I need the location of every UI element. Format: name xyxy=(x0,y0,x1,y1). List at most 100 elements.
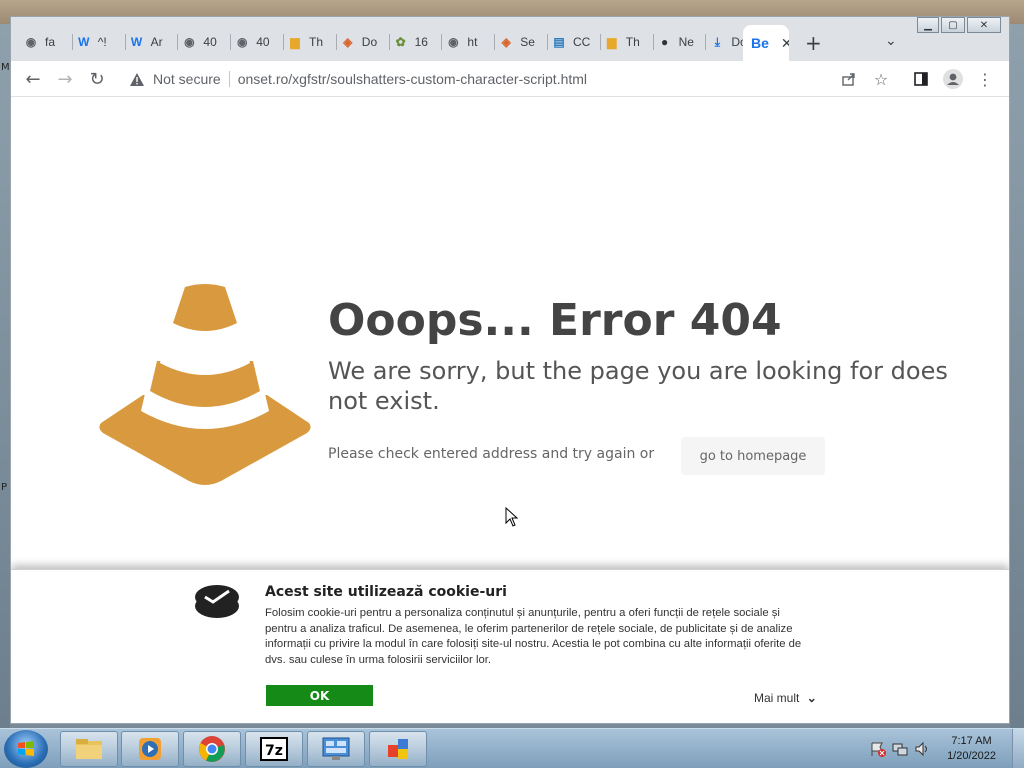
taskbar-paint[interactable] xyxy=(369,731,427,767)
tab-separator xyxy=(599,34,601,50)
wikipedia-icon: W xyxy=(78,35,90,49)
tab-1[interactable]: W ^! xyxy=(76,29,121,55)
taskbar-file-explorer[interactable] xyxy=(60,731,118,767)
close-window-button[interactable]: ✕ xyxy=(967,17,1001,33)
new-tab-icon[interactable]: + xyxy=(805,31,822,55)
folder-icon xyxy=(76,739,102,759)
tab-title: Be xyxy=(751,35,769,51)
chevron-down-icon: ⌄ xyxy=(806,691,817,705)
desktop-background-right xyxy=(1010,24,1024,730)
warning-icon[interactable] xyxy=(129,71,145,87)
taskbar-chrome[interactable] xyxy=(183,731,241,767)
tab-9[interactable]: ◈ Se xyxy=(498,29,543,55)
volume-icon[interactable] xyxy=(914,741,930,761)
url-text[interactable]: onset.ro/xgfstr/soulshatters-custom-char… xyxy=(238,71,587,87)
browser-toolbar: ← → ↻ Not secure onset.ro/xgfstr/soulsha… xyxy=(11,61,1009,97)
network-icon[interactable] xyxy=(892,741,908,761)
wikipedia-icon: W xyxy=(130,35,143,49)
reload-icon[interactable]: ↻ xyxy=(85,67,109,91)
chevron-down-icon[interactable]: ⌄ xyxy=(885,33,897,49)
tab-4[interactable]: ◉ 40 xyxy=(234,29,279,55)
tab-11[interactable]: ▆ Th xyxy=(604,29,649,55)
tab-separator xyxy=(705,34,707,50)
tab-separator xyxy=(124,34,126,50)
globe-icon: ◉ xyxy=(236,35,248,49)
desktop-icon-label-fragment: P xyxy=(1,482,8,493)
tab-title: ^! xyxy=(97,35,107,49)
tab-6[interactable]: ◈ Do xyxy=(340,29,385,55)
paint-icon xyxy=(388,739,408,759)
menu-kebab-icon[interactable]: ⋮ xyxy=(975,69,995,89)
cookie-text: Folosim cookie-uri pentru a personaliza … xyxy=(265,607,802,666)
mouse-cursor-icon xyxy=(505,507,519,527)
7zip-icon: 7z xyxy=(260,737,288,761)
start-button[interactable] xyxy=(4,730,48,768)
clock[interactable]: 7:17 AM 1/20/2022 xyxy=(947,734,996,764)
svg-text:7z: 7z xyxy=(265,743,283,759)
tab-separator xyxy=(547,34,548,50)
error-title: Ooops... Error 404 xyxy=(328,295,782,346)
close-icon[interactable]: ✕ xyxy=(781,35,789,52)
tab-title: Th xyxy=(309,35,324,49)
taskbar-7zip[interactable]: 7z xyxy=(245,731,303,767)
tab-12[interactable]: ● Ne xyxy=(657,29,702,55)
colorful-icon: ◈ xyxy=(343,35,353,49)
tab-title: 40 xyxy=(256,35,270,49)
security-label[interactable]: Not secure xyxy=(153,71,221,87)
globe-icon: ◉ xyxy=(184,35,195,49)
minimize-button[interactable]: ▁ xyxy=(917,17,939,33)
chrome-icon xyxy=(199,736,225,762)
book-icon: ▤ xyxy=(553,35,565,49)
address-bar[interactable]: Not secure onset.ro/xgfstr/soulshatters-… xyxy=(123,65,863,93)
tab-title: ht xyxy=(467,35,478,49)
tab-title: 16 xyxy=(414,35,428,49)
taskbar-control-panel[interactable] xyxy=(307,731,365,767)
profile-avatar[interactable] xyxy=(943,69,963,89)
error-subtitle: We are sorry, but the page you are looki… xyxy=(328,357,948,415)
more-info-label: Mai mult xyxy=(754,691,800,705)
tab-separator xyxy=(283,34,284,50)
tab-separator xyxy=(388,34,390,50)
globe-icon: ◉ xyxy=(25,35,37,49)
tab-separator xyxy=(335,34,337,50)
tab-separator xyxy=(71,34,73,50)
cookie-ok-button[interactable]: OK xyxy=(266,685,373,706)
globe-icon: ◉ xyxy=(448,35,459,49)
tab-separator xyxy=(441,34,443,50)
cookie-banner: Acest site utilizează cookie-uri Folosim… xyxy=(11,569,1009,723)
forward-icon[interactable]: → xyxy=(53,67,77,91)
back-icon[interactable]: ← xyxy=(21,67,45,91)
tab-separator xyxy=(652,34,654,50)
clock-date: 1/20/2022 xyxy=(947,750,996,762)
tab-title: Th xyxy=(625,35,640,49)
maximize-button[interactable]: ▢ xyxy=(941,17,965,33)
download-icon: ⤓ xyxy=(714,34,721,49)
go-to-homepage-button[interactable]: go to homepage xyxy=(681,437,825,475)
tab-10[interactable]: ▤ CC xyxy=(551,29,596,55)
windows-logo-icon xyxy=(18,741,34,756)
folder-icon: ▆ xyxy=(607,35,617,49)
tab-strip: ◉ fa W ^! W Ar ◉ 40 ◉ 40 ▆ Th ◈ Do ✿ 16 ◉ ht ◈ Se ▤ CC ▆ Th ● Ne ⤓… xyxy=(11,17,1009,61)
tab-8[interactable]: ◉ ht xyxy=(445,29,490,55)
tab-title: Do xyxy=(361,35,378,49)
show-desktop-button[interactable] xyxy=(1012,729,1024,768)
bookmark-star-icon[interactable]: ☆ xyxy=(871,69,891,89)
tab-3[interactable]: ◉ 40 xyxy=(181,29,226,55)
error-hint: Please check entered address and try aga… xyxy=(328,446,655,462)
action-center-flag-icon[interactable] xyxy=(870,741,886,761)
system-tray: 7:17 AM 1/20/2022 xyxy=(864,729,1024,768)
share-icon[interactable] xyxy=(839,69,859,89)
folder-icon: ▆ xyxy=(290,35,300,49)
tab-7[interactable]: ✿ 16 xyxy=(393,29,438,55)
page-content: Ooops... Error 404 We are sorry, but the… xyxy=(11,97,1009,723)
side-panel-icon[interactable] xyxy=(911,69,931,89)
taskbar-media-player[interactable] xyxy=(121,731,179,767)
tab-separator xyxy=(177,34,179,50)
tab-5[interactable]: ▆ Th xyxy=(287,29,332,55)
tab-0[interactable]: ◉ fa xyxy=(23,29,68,55)
tab-2[interactable]: W Ar xyxy=(129,29,174,55)
tab-separator xyxy=(230,34,232,50)
more-info-link[interactable]: Mai mult ⌄ xyxy=(754,691,817,705)
tab-active[interactable]: Be ✕ xyxy=(743,25,789,61)
tab-title: CC xyxy=(573,35,591,49)
